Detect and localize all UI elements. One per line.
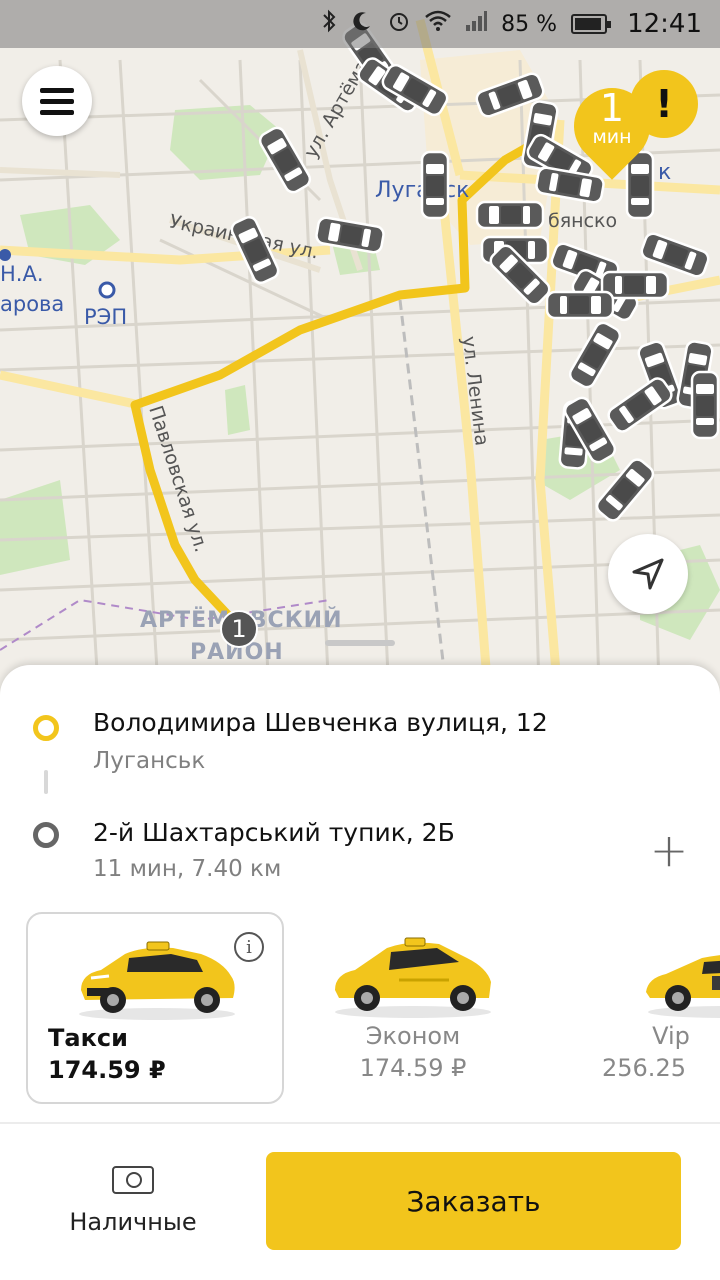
- payment-method-button[interactable]: Наличные: [40, 1160, 226, 1240]
- divider: [0, 1122, 720, 1124]
- destination-address: 2-й Шахтарський тупик, 2Б: [93, 818, 455, 847]
- poi-label: арова: [0, 292, 65, 316]
- signal-icon: [465, 10, 488, 38]
- menu-icon-bar: [40, 98, 74, 104]
- tariff-name: Vip: [652, 1022, 690, 1050]
- alert-marker[interactable]: !: [630, 70, 698, 138]
- battery-fill: [575, 18, 602, 30]
- taxi-car-marker: [690, 370, 720, 440]
- taxi-car-image: [79, 941, 235, 1020]
- econom-car-image: [335, 937, 491, 1018]
- trip-duration-distance: 11 мин, 7.40 км: [93, 856, 282, 882]
- menu-button[interactable]: [22, 66, 92, 136]
- taxi-car-marker: [545, 290, 615, 320]
- tariff-list[interactable]: i Такси 174.59 ₽ Эконом 174.59 ₽ Vip 256…: [0, 908, 720, 1108]
- tariff-price: 256.25: [602, 1054, 686, 1082]
- clock: 12:41: [627, 9, 702, 39]
- menu-icon-bar: [40, 87, 74, 93]
- tariff-card-econom[interactable]: Эконом 174.59 ₽: [284, 912, 542, 1104]
- status-bar: 85 % 12:41: [0, 0, 720, 48]
- route-waypoint-marker[interactable]: 1: [220, 610, 258, 648]
- eta-unit: мин: [592, 126, 632, 148]
- bluetooth-icon: [321, 9, 337, 39]
- info-icon[interactable]: i: [234, 932, 264, 962]
- my-location-button[interactable]: [608, 534, 688, 614]
- cash-icon: [112, 1166, 154, 1194]
- wifi-icon: [425, 10, 451, 38]
- poi-label: РЭП: [84, 305, 128, 329]
- tariff-price: 174.59 ₽: [359, 1054, 467, 1082]
- moon-icon: [351, 10, 373, 38]
- battery-percent: 85 %: [501, 11, 558, 37]
- street-label: бянско: [548, 210, 618, 232]
- alarm-icon: [387, 9, 411, 39]
- pickup-city: Луганськ: [93, 748, 206, 774]
- add-stop-button[interactable]: +: [645, 826, 693, 874]
- route-connector: [44, 770, 48, 794]
- taxi-car-marker: [420, 150, 450, 220]
- tariff-name: Эконом: [365, 1022, 461, 1050]
- tariff-card-taxi[interactable]: i Такси 174.59 ₽: [26, 912, 284, 1104]
- pickup-address: Володимира Шевченка вулиця, 12: [93, 708, 548, 737]
- destination-point-icon: [33, 822, 59, 848]
- battery-icon: [571, 14, 612, 34]
- pickup-point-icon: [33, 715, 59, 741]
- city-label: к: [658, 160, 672, 185]
- menu-icon-bar: [40, 109, 74, 115]
- sheet-drag-handle[interactable]: [325, 640, 395, 646]
- tariff-price: 174.59 ₽: [48, 1056, 166, 1084]
- payment-method-label: Наличные: [69, 1208, 197, 1236]
- tariff-card-vip[interactable]: Vip 256.25: [542, 912, 720, 1104]
- tariff-name: Такси: [48, 1024, 128, 1052]
- vip-car-image: [646, 955, 720, 1018]
- navigation-arrow-icon: [632, 558, 664, 590]
- taxi-car-marker: [475, 200, 545, 230]
- poi-label: Н.А.: [0, 262, 44, 286]
- order-button[interactable]: Заказать: [266, 1152, 681, 1250]
